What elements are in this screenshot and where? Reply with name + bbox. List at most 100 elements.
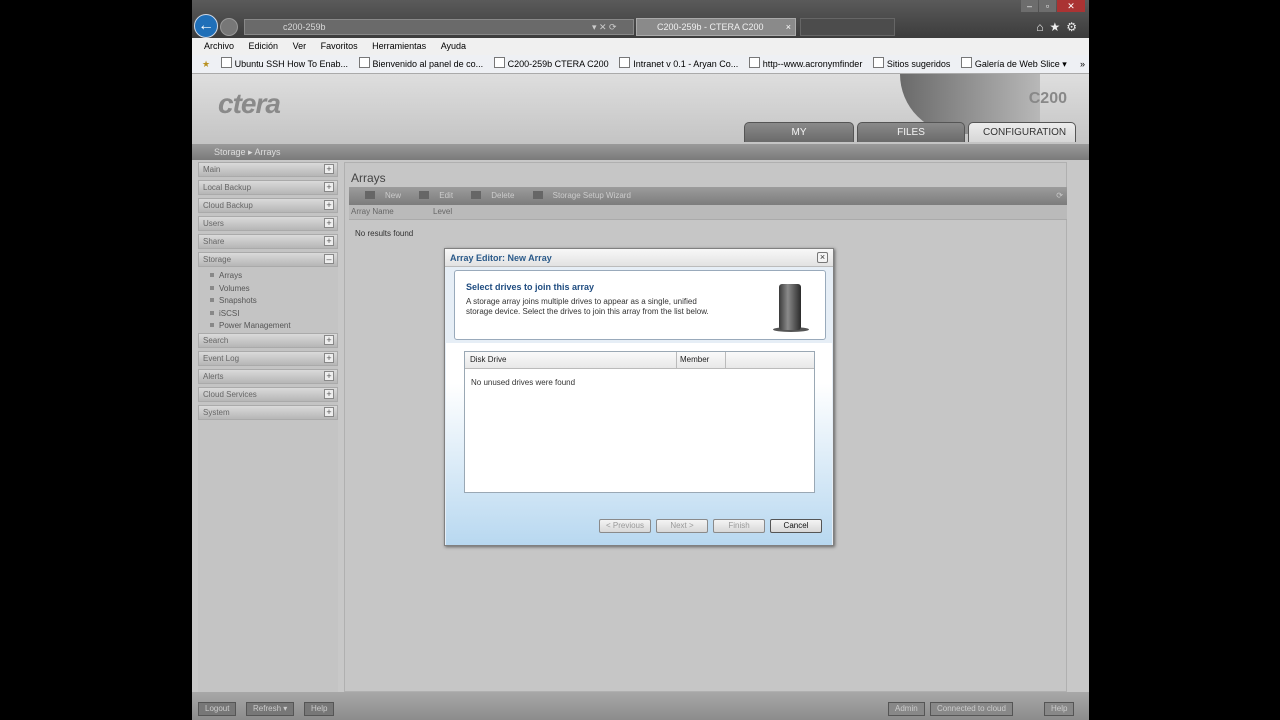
dialog-title[interactable]: Array Editor: New Array: [445, 249, 833, 267]
address-bar-buttons[interactable]: ▾ ✕ ⟳: [592, 19, 617, 35]
page-icon: [493, 57, 505, 68]
tab-files[interactable]: FILES: [857, 122, 965, 142]
page-icon: [748, 57, 760, 68]
arrays-toolbar: New Edit Delete Storage Setup Wizard ⟳: [349, 187, 1067, 205]
edit-button[interactable]: Edit: [411, 191, 453, 200]
home-favorites-tools-icons[interactable]: ⌂★⚙: [1036, 20, 1083, 34]
bullet-icon: [210, 310, 214, 315]
sidebar-item-alerts[interactable]: Alerts +: [198, 368, 338, 384]
maximize-button[interactable]: ▫: [1039, 0, 1056, 12]
expand-icon[interactable]: +: [324, 352, 334, 363]
address-bar[interactable]: c200-259b: [244, 19, 634, 35]
page-icon: [358, 57, 370, 68]
breadcrumb-bar: Storage ▸ Arrays: [192, 144, 1089, 160]
favorite-link[interactable]: Intranet v 0.1 - Aryan Co...: [619, 55, 738, 73]
sidebar-item-storage[interactable]: Storage –: [198, 252, 338, 267]
expand-icon[interactable]: +: [324, 388, 334, 399]
bullet-icon: [210, 323, 214, 328]
dialog-header-panel: Select drives to join this array A stora…: [454, 270, 826, 340]
menu-archivo[interactable]: Archivo: [204, 38, 234, 55]
expand-icon[interactable]: +: [324, 236, 334, 246]
sidebar-subitem-arrays[interactable]: Arrays: [198, 270, 338, 283]
breadcrumb[interactable]: Storage ▸ Arrays: [214, 146, 281, 158]
admin-user-button[interactable]: Admin: [888, 702, 925, 716]
back-button[interactable]: ←: [194, 14, 218, 38]
expand-icon[interactable]: +: [324, 218, 334, 228]
close-window-button[interactable]: ✕: [1057, 0, 1085, 12]
bullet-icon: [210, 285, 214, 290]
sidebar-subitem-iscsi[interactable]: iSCSI: [198, 308, 338, 321]
sidebar-item-local-backup[interactable]: Local Backup +: [198, 180, 338, 195]
menu-herramientas[interactable]: Herramientas: [372, 38, 426, 55]
favorite-link[interactable]: C200-259b CTERA C200: [493, 55, 609, 73]
delete-icon: [471, 191, 482, 199]
sidebar-item-system[interactable]: System +: [198, 404, 338, 420]
expand-icon[interactable]: +: [324, 164, 334, 174]
favorites-bar: ★ Ubuntu SSH How To Enab... Bienvenido a…: [192, 55, 1089, 74]
sidebar-item-cloud-services[interactable]: Cloud Services +: [198, 386, 338, 402]
sidebar-subitem-power-management[interactable]: Power Management: [198, 320, 338, 333]
minimize-button[interactable]: –: [1021, 0, 1038, 12]
help-button[interactable]: Help: [304, 702, 335, 716]
expand-icon[interactable]: +: [324, 370, 334, 381]
array-editor-dialog: Array Editor: New Array × Select drives …: [444, 248, 834, 546]
expand-icon[interactable]: +: [324, 406, 334, 417]
collapse-icon[interactable]: –: [324, 254, 334, 264]
favorites-more-icon[interactable]: »: [1080, 55, 1085, 73]
sidebar-item-cloud-backup[interactable]: Cloud Backup +: [198, 198, 338, 213]
expand-icon[interactable]: +: [324, 334, 334, 345]
favorite-link[interactable]: Sitios sugeridos: [872, 55, 950, 73]
page-title: Arrays: [351, 171, 386, 185]
sidebar-item-search[interactable]: Search +: [198, 332, 338, 348]
menu-bar: Archivo Edición Ver Favoritos Herramient…: [192, 38, 1089, 55]
favorite-link[interactable]: http--www.acronymfinder: [748, 55, 862, 73]
sidebar-item-users[interactable]: Users +: [198, 216, 338, 231]
tab-close-icon[interactable]: ×: [786, 19, 791, 35]
help-link[interactable]: Help: [1044, 702, 1075, 716]
new-button[interactable]: New: [357, 191, 401, 200]
next-button[interactable]: Next >: [656, 519, 708, 533]
previous-button[interactable]: < Previous: [599, 519, 651, 533]
tab-configuration[interactable]: CONFIGURATION: [968, 122, 1076, 142]
expand-icon[interactable]: +: [324, 200, 334, 210]
favorite-link[interactable]: Galería de Web Slice ▾: [960, 55, 1067, 73]
favorite-link[interactable]: Bienvenido al panel de co...: [358, 55, 483, 73]
refresh-button[interactable]: Refresh ▾: [246, 702, 295, 716]
drive-tower-icon: [779, 284, 801, 330]
page-icon: [960, 57, 972, 68]
browser-tab-active[interactable]: C200-259b - CTERA C200 ×: [636, 18, 796, 36]
cloud-status[interactable]: Connected to cloud: [930, 702, 1013, 716]
logout-button[interactable]: Logout: [198, 702, 237, 716]
expand-icon[interactable]: +: [324, 182, 334, 192]
menu-ayuda[interactable]: Ayuda: [441, 38, 466, 55]
edit-icon: [419, 191, 430, 199]
sidebar-subitem-volumes[interactable]: Volumes: [198, 283, 338, 296]
tab-my-computers[interactable]: MY COMPUTERS: [744, 122, 854, 158]
menu-ver[interactable]: Ver: [293, 38, 307, 55]
column-member[interactable]: Member: [680, 352, 726, 368]
column-array-name[interactable]: Array Name: [351, 205, 394, 219]
sidebar-subitem-snapshots[interactable]: Snapshots: [198, 295, 338, 308]
cancel-button[interactable]: Cancel: [770, 519, 822, 533]
favorite-link[interactable]: Ubuntu SSH How To Enab...: [220, 55, 348, 73]
sidebar-item-event-log[interactable]: Event Log +: [198, 350, 338, 366]
storage-wizard-button[interactable]: Storage Setup Wizard: [525, 191, 631, 200]
column-disk-drive[interactable]: Disk Drive: [470, 352, 677, 368]
delete-button[interactable]: Delete: [463, 191, 514, 200]
forward-button[interactable]: [220, 18, 238, 36]
browser-new-tab[interactable]: [800, 18, 895, 36]
favorites-star-icon[interactable]: ★: [202, 59, 210, 69]
bullet-icon: [210, 273, 214, 277]
finish-button[interactable]: Finish: [713, 519, 765, 533]
window-controls: – ▫ ✕: [1021, 0, 1085, 12]
page-icon: [220, 57, 232, 68]
close-icon[interactable]: ×: [817, 252, 828, 263]
sidebar-item-main[interactable]: Main +: [198, 162, 338, 177]
refresh-icon[interactable]: ⟳: [1056, 187, 1063, 205]
menu-edicion[interactable]: Edición: [249, 38, 279, 55]
sidebar-item-share[interactable]: Share +: [198, 234, 338, 249]
menu-favoritos[interactable]: Favoritos: [321, 38, 358, 55]
new-icon: [365, 191, 375, 199]
column-level[interactable]: Level: [433, 205, 452, 219]
sidebar: Main + Local Backup + Cloud Backup + Users +…: [198, 162, 338, 692]
